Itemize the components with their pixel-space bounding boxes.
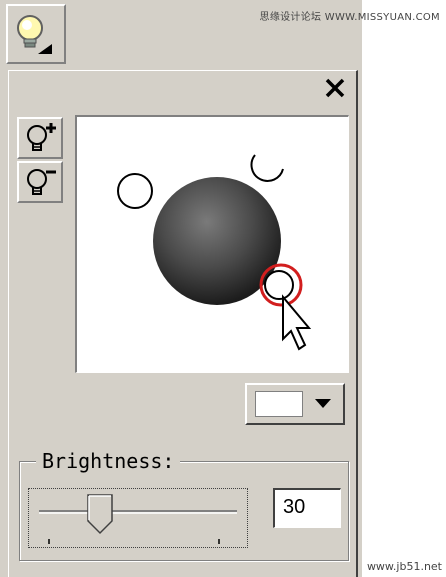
lighting-toolbar-button[interactable] — [6, 4, 66, 64]
brightness-slider-thumb[interactable] — [87, 494, 113, 535]
close-button[interactable] — [322, 75, 348, 101]
mouse-pointer-icon — [282, 294, 312, 351]
light-preview-canvas[interactable] — [75, 115, 349, 373]
light-color-dropdown[interactable] — [245, 383, 345, 425]
close-icon — [325, 78, 345, 98]
light-source-handle-back[interactable] — [250, 154, 284, 182]
brightness-slider[interactable] — [28, 488, 248, 548]
remove-light-button[interactable] — [17, 161, 63, 203]
brightness-group: Brightness: 30 — [19, 449, 349, 561]
lights-panel: Brightness: 30 — [8, 70, 358, 577]
watermark-bottom: www.jb51.net — [366, 560, 442, 573]
chevron-down-icon — [315, 399, 331, 408]
lightbulb-plus-icon — [27, 123, 56, 151]
light-source-handle[interactable] — [117, 173, 153, 209]
brightness-value-field[interactable]: 30 — [273, 488, 341, 528]
brightness-label: Brightness: — [36, 449, 181, 473]
lightbulb-toolbar-icon — [17, 15, 52, 54]
watermark-top: 思缘设计论坛 WWW.MISSYUAN.COM — [259, 12, 440, 23]
lightbulb-minus-icon — [27, 169, 56, 195]
add-light-button[interactable] — [17, 117, 63, 159]
light-color-swatch — [255, 391, 303, 417]
sphere-preview — [117, 154, 312, 351]
light-source-handle-selected[interactable] — [264, 270, 294, 300]
